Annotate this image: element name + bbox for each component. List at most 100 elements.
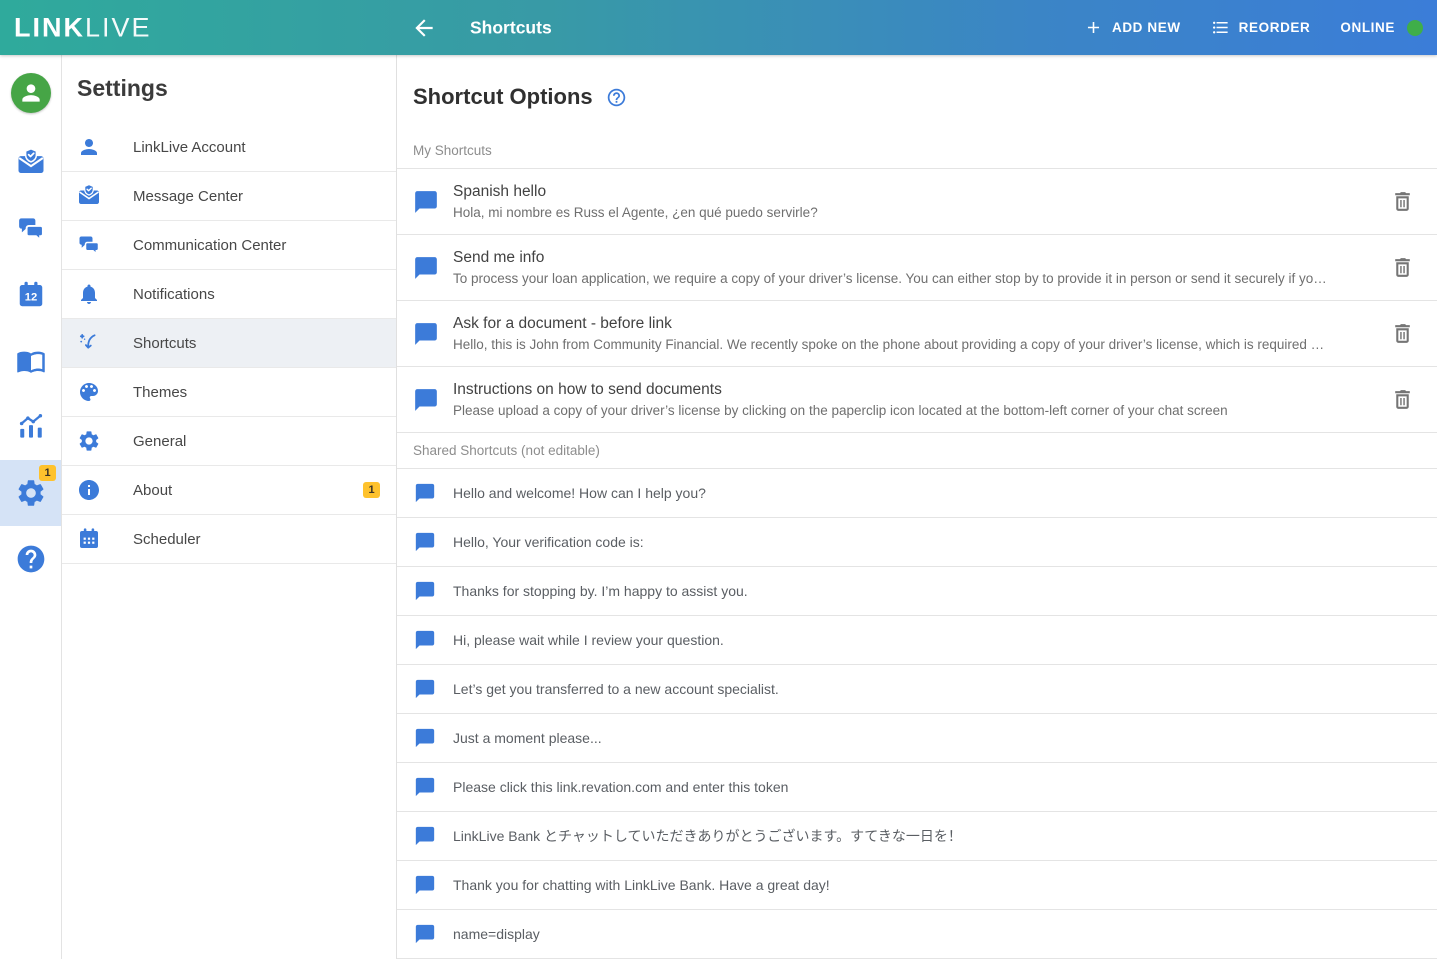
rail-item-knowledge[interactable] bbox=[0, 328, 61, 394]
my-shortcut-row[interactable]: Send me info To process your loan applic… bbox=[397, 235, 1437, 301]
sidebar-item-general[interactable]: General bbox=[62, 417, 396, 466]
trash-icon bbox=[1390, 321, 1415, 346]
logo-light: LIVE bbox=[85, 12, 152, 43]
rail-item-analytics[interactable] bbox=[0, 394, 61, 460]
sidebar-title: Settings bbox=[62, 55, 396, 123]
delete-shortcut-button[interactable] bbox=[1390, 255, 1415, 280]
sidebar-item-themes[interactable]: Themes bbox=[62, 368, 396, 417]
verified-mail-icon bbox=[77, 184, 101, 208]
chat-bubble-icon bbox=[414, 482, 436, 504]
sidebar-item-label: LinkLive Account bbox=[133, 139, 246, 156]
delete-shortcut-button[interactable] bbox=[1390, 189, 1415, 214]
shared-shortcut-text: name=display bbox=[453, 926, 540, 942]
chat-bubble-icon bbox=[414, 629, 436, 651]
shared-shortcut-text: Please click this link.revation.com and … bbox=[453, 779, 788, 795]
reorder-label: REORDER bbox=[1239, 20, 1311, 35]
sidebar-item-shortcuts[interactable]: Shortcuts bbox=[62, 319, 396, 368]
online-status-dot bbox=[1407, 20, 1423, 36]
shortcut-description: To process your loan application, we req… bbox=[453, 271, 1372, 286]
rail-item-message-center[interactable] bbox=[0, 130, 61, 196]
shared-shortcut-text: Thanks for stopping by. I’m happy to ass… bbox=[453, 583, 748, 599]
logo-bold: LINK bbox=[14, 12, 85, 43]
settings-notification-badge: 1 bbox=[39, 465, 56, 481]
calendar-day-number: 12 bbox=[24, 292, 37, 304]
palette-icon bbox=[77, 380, 101, 404]
trash-icon bbox=[1390, 189, 1415, 214]
chat-bubble-icon bbox=[414, 874, 436, 896]
shortcut-description: Please upload a copy of your driver’s li… bbox=[453, 403, 1372, 418]
shortcut-title: Instructions on how to send documents bbox=[453, 381, 1372, 399]
shared-shortcut-row: LinkLive Bank とチャットしていただきありがとうございます。すてきな… bbox=[397, 812, 1437, 861]
shortcut-description: Hello, this is John from Community Finan… bbox=[453, 337, 1372, 352]
rail-item-communication-center[interactable] bbox=[0, 196, 61, 262]
my-shortcut-row[interactable]: Spanish hello Hola, mi nombre es Russ el… bbox=[397, 169, 1437, 235]
sidebar-item-communication-center[interactable]: Communication Center bbox=[62, 221, 396, 270]
sidebar-item-about[interactable]: About 1 bbox=[62, 466, 396, 515]
shared-shortcut-row: Thanks for stopping by. I’m happy to ass… bbox=[397, 567, 1437, 616]
delete-shortcut-button[interactable] bbox=[1390, 387, 1415, 412]
chat-bubble-icon bbox=[413, 321, 439, 347]
sidebar-item-label: General bbox=[133, 433, 186, 450]
shortcut-description: Hola, mi nombre es Russ el Agente, ¿en q… bbox=[453, 205, 1372, 220]
shared-shortcut-row: Please click this link.revation.com and … bbox=[397, 763, 1437, 812]
chat-bubble-icon bbox=[414, 776, 436, 798]
help-tooltip-button[interactable] bbox=[606, 87, 627, 108]
add-new-button[interactable]: ADD NEW bbox=[1084, 18, 1181, 37]
reorder-button[interactable]: REORDER bbox=[1211, 18, 1311, 37]
gear-icon bbox=[77, 429, 101, 453]
sidebar-item-label: About bbox=[133, 482, 172, 499]
person-icon bbox=[18, 80, 44, 106]
online-label: ONLINE bbox=[1340, 20, 1395, 35]
shared-shortcut-text: Just a moment please... bbox=[453, 730, 602, 746]
sidebar-item-scheduler[interactable]: Scheduler bbox=[62, 515, 396, 564]
calendar-day-icon: 12 bbox=[16, 280, 46, 310]
arrow-back-icon bbox=[411, 15, 437, 41]
person-icon bbox=[77, 135, 101, 159]
gear-icon bbox=[15, 477, 47, 509]
chat-bubbles-icon bbox=[77, 233, 101, 257]
shortcut-title: Send me info bbox=[453, 249, 1372, 267]
shortcut-options-panel: Shortcut Options My Shortcuts Spanish he… bbox=[397, 55, 1437, 959]
shared-shortcut-text: Hello and welcome! How can I help you? bbox=[453, 485, 706, 501]
trash-icon bbox=[1390, 387, 1415, 412]
chat-bubble-icon bbox=[414, 727, 436, 749]
shared-shortcut-row: Just a moment please... bbox=[397, 714, 1437, 763]
sidebar-item-linklive-account[interactable]: LinkLive Account bbox=[62, 123, 396, 172]
back-button[interactable] bbox=[408, 12, 440, 44]
settings-sidebar: Settings LinkLive Account Message Center… bbox=[62, 55, 397, 959]
help-icon bbox=[15, 543, 47, 575]
plus-icon bbox=[1084, 18, 1103, 37]
my-shortcut-row[interactable]: Ask for a document - before link Hello, … bbox=[397, 301, 1437, 367]
chat-bubble-icon bbox=[413, 189, 439, 215]
delete-shortcut-button[interactable] bbox=[1390, 321, 1415, 346]
trash-icon bbox=[1390, 255, 1415, 280]
sidebar-item-label: Shortcuts bbox=[133, 335, 196, 352]
my-shortcut-row[interactable]: Instructions on how to send documents Pl… bbox=[397, 367, 1437, 433]
sidebar-item-label: Communication Center bbox=[133, 237, 286, 254]
open-book-icon bbox=[16, 346, 46, 376]
chat-bubbles-icon bbox=[16, 214, 46, 244]
shared-shortcut-text: Thank you for chatting with LinkLive Ban… bbox=[453, 877, 830, 893]
header-actions: ADD NEW REORDER ONLINE bbox=[1084, 0, 1423, 55]
avatar bbox=[11, 73, 51, 113]
chat-bubble-icon bbox=[414, 825, 436, 847]
sidebar-item-message-center[interactable]: Message Center bbox=[62, 172, 396, 221]
shortcuts-icon bbox=[77, 331, 101, 355]
page-title: Shortcuts bbox=[470, 17, 552, 38]
rail-item-calendar[interactable]: 12 bbox=[0, 262, 61, 328]
shared-shortcut-row: Thank you for chatting with LinkLive Ban… bbox=[397, 861, 1437, 910]
rail-item-profile[interactable] bbox=[0, 55, 61, 130]
chat-bubble-icon bbox=[414, 580, 436, 602]
section-title: Shortcut Options bbox=[413, 84, 593, 110]
scheduler-calendar-icon bbox=[77, 527, 101, 551]
sidebar-item-label: Message Center bbox=[133, 188, 243, 205]
sidebar-item-notifications[interactable]: Notifications bbox=[62, 270, 396, 319]
rail-item-settings[interactable]: 1 bbox=[0, 460, 61, 526]
bell-icon bbox=[77, 282, 101, 306]
shared-shortcuts-label: Shared Shortcuts (not editable) bbox=[397, 433, 1437, 469]
rail-item-help[interactable] bbox=[0, 526, 61, 592]
reorder-list-icon bbox=[1211, 18, 1230, 37]
help-outline-icon bbox=[606, 87, 627, 108]
online-status[interactable]: ONLINE bbox=[1340, 20, 1423, 36]
app-logo: LINKLIVE bbox=[14, 12, 152, 43]
